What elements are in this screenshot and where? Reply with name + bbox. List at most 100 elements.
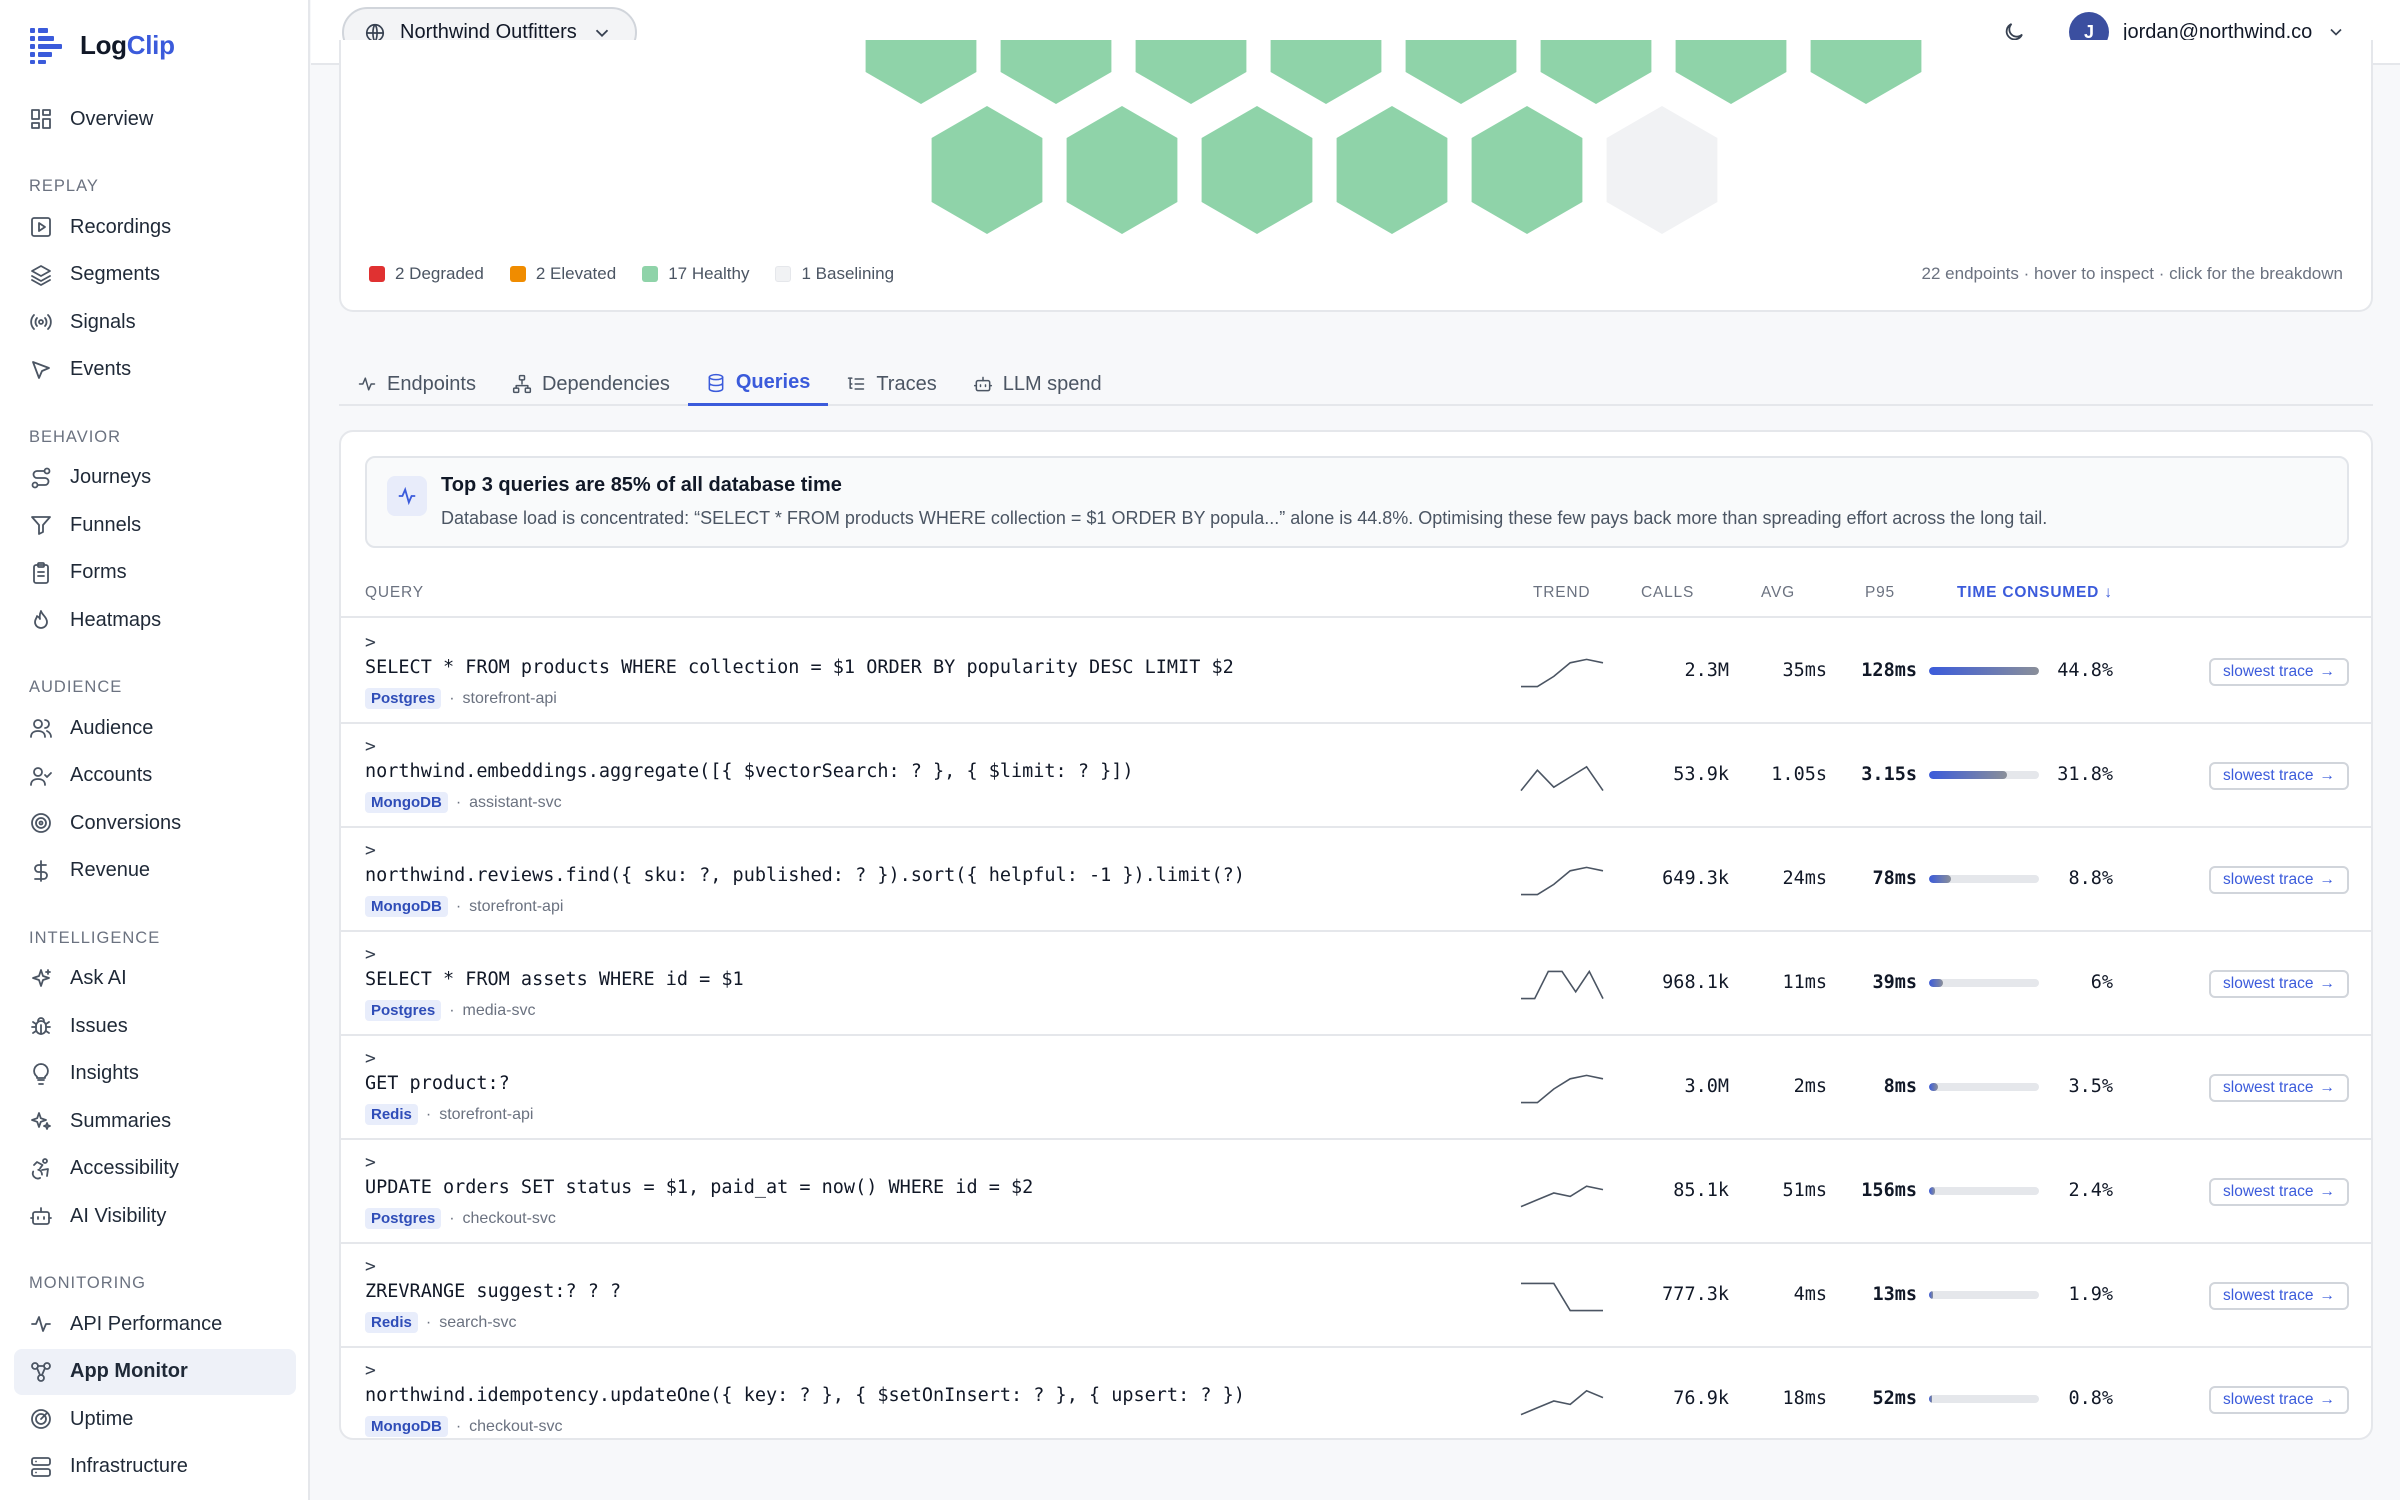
table-row[interactable]: > SELECT * FROM products WHERE collection… (341, 620, 2371, 724)
slowest-trace-button[interactable]: slowest trace → (2209, 1178, 2349, 1206)
db-badge: MongoDB (365, 1416, 448, 1437)
endpoint-hex[interactable] (1471, 106, 1583, 234)
endpoint-hex[interactable] (1405, 40, 1517, 104)
table-row[interactable]: > ZREVRANGE suggest:? ? ? Redis · search-svc… (341, 1244, 2371, 1348)
time-share-fill (1929, 875, 1951, 883)
bot-icon (28, 1203, 54, 1229)
avg-value: 35ms (1782, 660, 1827, 681)
sidebar-item-api-performance[interactable]: API Performance (14, 1301, 296, 1347)
flame-icon (28, 607, 54, 633)
sidebar-item-accounts[interactable]: Accounts (14, 753, 296, 799)
endpoint-hex[interactable] (1810, 40, 1922, 104)
grid-icon (28, 106, 54, 132)
col-time-consumed[interactable]: TIME CONSUMED ↓ (1957, 584, 2113, 602)
sidebar-item-label: Recordings (70, 215, 172, 238)
tab-label: Endpoints (387, 372, 476, 395)
sidebar-item-app-monitor[interactable]: App Monitor (14, 1348, 296, 1395)
endpoint-hex[interactable] (1675, 40, 1787, 104)
tab-queries[interactable]: Queries (687, 362, 829, 406)
sidebar-item-label: Accessibility (70, 1157, 179, 1179)
dollar-icon (28, 858, 54, 884)
sidebar-item-issues[interactable]: Issues (14, 1003, 296, 1049)
expand-chevron-icon[interactable]: > (365, 1360, 376, 1381)
slowest-trace-button[interactable]: slowest trace → (2209, 762, 2349, 790)
endpoint-hex[interactable] (1066, 106, 1178, 234)
sidebar-item-revenue[interactable]: Revenue (14, 848, 296, 894)
tab-dependencies[interactable]: Dependencies (494, 362, 688, 406)
sidebar-item-insights[interactable]: Insights (14, 1051, 296, 1097)
db-badge: Redis (365, 1312, 418, 1333)
sidebar-item-accessibility[interactable]: Accessibility (14, 1146, 296, 1192)
table-row[interactable]: > UPDATE orders SET status = $1, paid_at … (341, 1140, 2371, 1244)
sidebar-item-recordings[interactable]: Recordings (14, 204, 296, 250)
avg-value: 2ms (1793, 1076, 1827, 1097)
endpoint-hex[interactable] (1201, 106, 1313, 234)
endpoint-hex[interactable] (1000, 40, 1112, 104)
endpoint-hex[interactable] (1540, 40, 1652, 104)
sidebar-item-funnels[interactable]: Funnels (14, 502, 296, 548)
sidebar-item-audience[interactable]: Audience (14, 705, 296, 751)
expand-chevron-icon[interactable]: > (365, 1048, 376, 1069)
table-row[interactable]: > northwind.reviews.find({ sku: ?, publis… (341, 828, 2371, 932)
workflow-icon (28, 1359, 54, 1385)
col-avg[interactable]: AVG (1761, 584, 1795, 602)
slowest-trace-button[interactable]: slowest trace → (2209, 866, 2349, 894)
time-share-fill (1929, 771, 2008, 779)
slowest-trace-button[interactable]: slowest trace → (2209, 970, 2349, 998)
service-name: media-svc (462, 1001, 536, 1019)
legend-swatch (775, 266, 792, 282)
slowest-trace-button[interactable]: slowest trace → (2209, 1282, 2349, 1310)
sidebar-item-heatmaps[interactable]: Heatmaps (14, 597, 296, 643)
sidebar-section-monitoring: MONITORING (29, 1274, 146, 1292)
sidebar-item-ask-ai[interactable]: Ask AI (14, 956, 296, 1002)
expand-chevron-icon[interactable]: > (365, 1256, 376, 1277)
expand-chevron-icon[interactable]: > (365, 736, 376, 757)
sidebar-section-replay: REPLAY (29, 177, 99, 195)
sidebar-item-label: Conversions (70, 811, 182, 834)
legend-item: 2 Degraded (369, 264, 484, 284)
avg-value: 4ms (1793, 1284, 1827, 1305)
expand-chevron-icon[interactable]: > (365, 944, 376, 965)
sidebar-item-forms[interactable]: Forms (14, 550, 296, 596)
col-calls[interactable]: CALLS (1641, 584, 1694, 602)
sidebar-item-label: Revenue (70, 859, 151, 881)
endpoint-hex[interactable] (1336, 106, 1448, 234)
expand-chevron-icon[interactable]: > (365, 840, 376, 861)
logo[interactable]: LogClip (28, 22, 175, 68)
endpoint-hex[interactable] (865, 40, 977, 104)
col-query[interactable]: QUERY (365, 584, 424, 602)
sidebar-item-infrastructure[interactable]: Infrastructure (14, 1444, 296, 1490)
table-row[interactable]: > SELECT * FROM assets WHERE id = $1 Postg… (341, 932, 2371, 1036)
slowest-trace-button[interactable]: slowest trace → (2209, 1074, 2349, 1102)
table-row[interactable]: > northwind.embeddings.aggregate([{ $vect… (341, 724, 2371, 828)
endpoint-hex[interactable] (1270, 40, 1382, 104)
sidebar-item-label: Funnels (70, 513, 142, 536)
sidebar-item-segments[interactable]: Segments (14, 252, 296, 298)
sidebar-item-summaries[interactable]: Summaries (14, 1098, 296, 1144)
tab-traces[interactable]: Traces (828, 362, 954, 406)
expand-chevron-icon[interactable]: > (365, 1152, 376, 1173)
db-badge: Postgres (365, 688, 442, 709)
sidebar-item-signals[interactable]: Signals (14, 299, 296, 345)
endpoint-hex[interactable] (1135, 40, 1247, 104)
sidebar-item-overview[interactable]: Overview (14, 96, 296, 142)
endpoint-hex[interactable] (1606, 106, 1718, 234)
sidebar-item-conversions[interactable]: Conversions (14, 800, 296, 846)
service-name: assistant-svc (469, 793, 562, 811)
tab-llm-spend[interactable]: LLM spend (955, 362, 1120, 406)
table-row[interactable]: > GET product:? Redis · storefront-api 3.0M 2m… (341, 1036, 2371, 1140)
col-p95[interactable]: P95 (1865, 584, 1895, 602)
sidebar-item-journeys[interactable]: Journeys (14, 455, 296, 501)
tab-endpoints[interactable]: Endpoints (339, 362, 494, 406)
table-row[interactable]: > northwind.idempotency.updateOne({ key: … (341, 1348, 2371, 1438)
slowest-trace-button[interactable]: slowest trace → (2209, 658, 2349, 686)
sidebar-item-events[interactable]: Events (14, 347, 296, 393)
time-share-value: 3.5% (2068, 1076, 2113, 1097)
sidebar-item-ai-visibility[interactable]: AI Visibility (14, 1193, 296, 1239)
sidebar-item-uptime[interactable]: Uptime (14, 1396, 296, 1442)
db-badge: Postgres (365, 1000, 442, 1021)
slowest-trace-button[interactable]: slowest trace → (2209, 1386, 2349, 1414)
expand-chevron-icon[interactable]: > (365, 632, 376, 653)
endpoint-hex[interactable] (931, 106, 1043, 234)
avg-value: 18ms (1782, 1388, 1827, 1409)
